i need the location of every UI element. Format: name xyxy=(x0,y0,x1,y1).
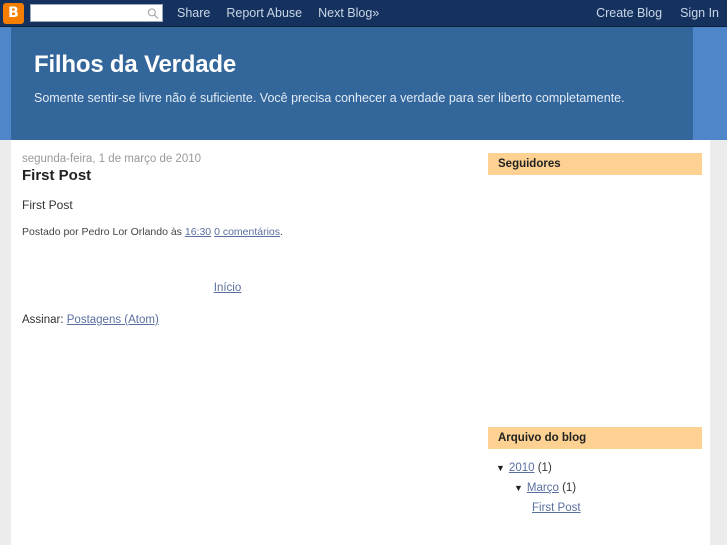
archive-month-count: (1) xyxy=(562,482,577,494)
home-link[interactable]: Início xyxy=(214,282,242,294)
post-footer: Postado por Pedro Lor Orlando às 16:30 0… xyxy=(22,226,488,238)
blogger-logo-icon[interactable]: B xyxy=(3,2,24,24)
archive-post-link[interactable]: First Post xyxy=(532,502,581,514)
navbar-link-next-blog[interactable]: Next Blog» xyxy=(318,6,379,20)
blog-header-band: Filhos da Verdade Somente sentir-se livr… xyxy=(0,27,727,140)
page-outer: segunda-feira, 1 de março de 2010 First … xyxy=(0,140,727,545)
chevron-down-icon[interactable]: ▼ xyxy=(514,483,523,493)
search-input[interactable] xyxy=(31,7,141,23)
archive-entry-month[interactable]: ▼ Março (1) xyxy=(492,478,702,498)
archive-year-count: (1) xyxy=(537,462,552,474)
archive-month-link[interactable]: Março xyxy=(527,482,559,494)
widget-archive-title: Arquivo do blog xyxy=(488,427,702,449)
blog-header-inner: Filhos da Verdade Somente sentir-se livr… xyxy=(11,27,693,140)
widget-archive-body: ▼ 2010 (1) ▼ Março (1) First Post xyxy=(488,449,702,518)
chevron-down-icon[interactable]: ▼ xyxy=(496,463,505,473)
search-icon[interactable] xyxy=(147,7,159,20)
navbar-link-create-blog[interactable]: Create Blog xyxy=(596,6,662,20)
navbar-search[interactable] xyxy=(30,4,163,23)
subscribe-label: Assinar: xyxy=(22,314,64,326)
archive-entry-year[interactable]: ▼ 2010 (1) xyxy=(492,458,702,478)
widget-blog-archive: Arquivo do blog ▼ 2010 (1) ▼ Março (1) Fir… xyxy=(488,427,702,518)
post-time-link[interactable]: 16:30 xyxy=(185,226,211,238)
post-body: First Post xyxy=(22,198,73,212)
main-column: segunda-feira, 1 de março de 2010 First … xyxy=(11,140,488,545)
subscribe-row: Assinar: Postagens (Atom) xyxy=(22,314,488,326)
navbar-link-sign-in[interactable]: Sign In xyxy=(680,6,719,20)
post-date: segunda-feira, 1 de março de 2010 xyxy=(22,153,202,165)
archive-entry-post[interactable]: First Post xyxy=(492,498,702,518)
blogger-navbar: B Share Report Abuse Next Blog» Create B… xyxy=(0,0,727,27)
post-author-text: Postado por Pedro Lor Orlando às xyxy=(22,226,182,238)
blog-description: Somente sentir-se livre não é suficiente… xyxy=(34,91,625,105)
subscribe-atom-link[interactable]: Postagens (Atom) xyxy=(67,314,159,326)
post-comments-link[interactable]: 0 comentários xyxy=(214,226,280,238)
widget-followers-body xyxy=(488,175,702,427)
blog-title[interactable]: Filhos da Verdade xyxy=(34,52,693,78)
widget-followers-title: Seguidores xyxy=(488,153,702,175)
widget-followers: Seguidores xyxy=(488,153,702,427)
navbar-link-share[interactable]: Share xyxy=(177,6,210,20)
sidebar: Seguidores Arquivo do blog ▼ 2010 (1) ▼ Ma… xyxy=(488,140,710,545)
navbar-link-report-abuse[interactable]: Report Abuse xyxy=(226,6,302,20)
archive-year-link[interactable]: 2010 xyxy=(509,462,535,474)
post-title[interactable]: First Post xyxy=(22,167,488,184)
post-footer-suffix: . xyxy=(280,226,283,238)
page-content: segunda-feira, 1 de março de 2010 First … xyxy=(11,140,710,545)
blogger-logo-glyph: B xyxy=(8,5,19,21)
home-link-wrapper: Início xyxy=(22,238,488,296)
